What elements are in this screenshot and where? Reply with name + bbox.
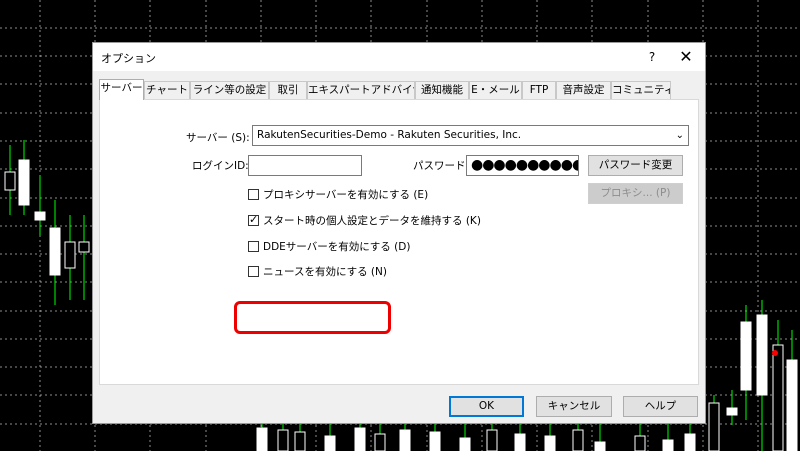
candle-body <box>684 433 696 451</box>
server-tab-panel: サーバー (S): RakutenSecurities-Demo - Rakut… <box>99 99 699 385</box>
candle-body <box>544 435 556 451</box>
candle-body <box>4 171 16 191</box>
candle-body <box>662 439 674 451</box>
dde-checkbox-label: DDEサーバーを有効にする (D) <box>263 241 411 253</box>
candle-body <box>374 433 386 451</box>
candle-body <box>634 435 646 451</box>
tab-email[interactable]: E・メール <box>469 81 522 99</box>
keep-settings-checkbox[interactable]: ✓ <box>248 213 259 226</box>
chevron-down-icon[interactable]: ⌄ <box>676 126 684 145</box>
keep-settings-checkbox-label: スタート時の個人設定とデータを維持する (K) <box>263 215 481 227</box>
password-label: パスワード: <box>413 160 470 172</box>
proxy-checkbox[interactable] <box>248 189 259 200</box>
tab-chart[interactable]: チャート <box>144 81 190 99</box>
proxy-checkbox-label: プロキシサーバーを有効にする (E) <box>263 189 429 201</box>
server-select[interactable]: RakutenSecurities-Demo - Rakuten Securit… <box>252 125 689 146</box>
news-checkbox[interactable] <box>248 266 259 277</box>
candle-body <box>64 241 76 269</box>
candle-body <box>772 344 784 451</box>
candle-body <box>594 441 606 451</box>
news-highlight-box <box>234 301 391 334</box>
candle-body <box>78 241 90 253</box>
candle-body <box>294 431 306 451</box>
tab-expert-advisor[interactable]: エキスパートアドバイザ <box>307 81 415 99</box>
tab-notifications[interactable]: 通知機能 <box>415 81 469 99</box>
ok-button[interactable]: OK <box>449 396 524 417</box>
candle-body <box>708 402 720 451</box>
candle-body <box>18 159 30 206</box>
tab-community[interactable]: コミュニティ <box>611 81 671 99</box>
candle-body <box>740 321 752 391</box>
tab-sound[interactable]: 音声設定 <box>556 81 611 99</box>
candle-body <box>354 427 366 451</box>
checkmark-icon: ✓ <box>249 213 259 226</box>
candle-body <box>34 211 46 221</box>
tab-server[interactable]: サーバー <box>99 79 144 100</box>
dde-checkbox[interactable] <box>248 241 259 252</box>
candle-body <box>572 429 584 451</box>
login-id-field[interactable] <box>248 155 362 176</box>
password-field[interactable]: ●●●●●●●●●●● <box>466 155 579 176</box>
candle-body <box>459 437 471 451</box>
candle-body <box>429 431 441 451</box>
dialog-title: オプション <box>101 52 156 65</box>
candle-body <box>756 314 768 396</box>
close-icon[interactable]: ✕ <box>675 46 697 68</box>
price-marker <box>772 350 778 356</box>
tab-trade[interactable]: 取引 <box>269 81 307 99</box>
news-checkbox-label: ニュースを有効にする (N) <box>263 266 387 278</box>
candle-body <box>277 429 289 451</box>
help-button[interactable]: ヘルプ <box>623 396 698 417</box>
candle-body <box>256 427 268 451</box>
change-password-button[interactable]: パスワード変更 <box>588 155 683 176</box>
title-bar: オプション ? ✕ <box>93 43 705 71</box>
tab-ftp[interactable]: FTP <box>522 81 556 99</box>
candle-body <box>726 407 738 416</box>
cancel-button[interactable]: キャンセル <box>536 396 612 417</box>
candle-body <box>786 359 798 451</box>
password-value: ●●●●●●●●●●● <box>471 157 578 173</box>
server-value: RakutenSecurities-Demo - Rakuten Securit… <box>257 129 522 141</box>
options-dialog: オプション ? ✕ サーバー チャート ライン等の設定 取引 エキスパートアドバ… <box>92 42 706 424</box>
server-label: サーバー (S): <box>186 132 250 144</box>
candle-body <box>399 429 411 451</box>
tab-line-settings[interactable]: ライン等の設定 <box>190 81 269 99</box>
help-icon[interactable]: ? <box>641 47 663 67</box>
candle-body <box>49 227 61 276</box>
candle-body <box>514 433 526 451</box>
proxy-button[interactable]: プロキシ... (P) <box>588 183 683 204</box>
candle-body <box>486 429 498 451</box>
login-label: ログインID: <box>192 160 249 172</box>
candle-body <box>324 435 336 451</box>
